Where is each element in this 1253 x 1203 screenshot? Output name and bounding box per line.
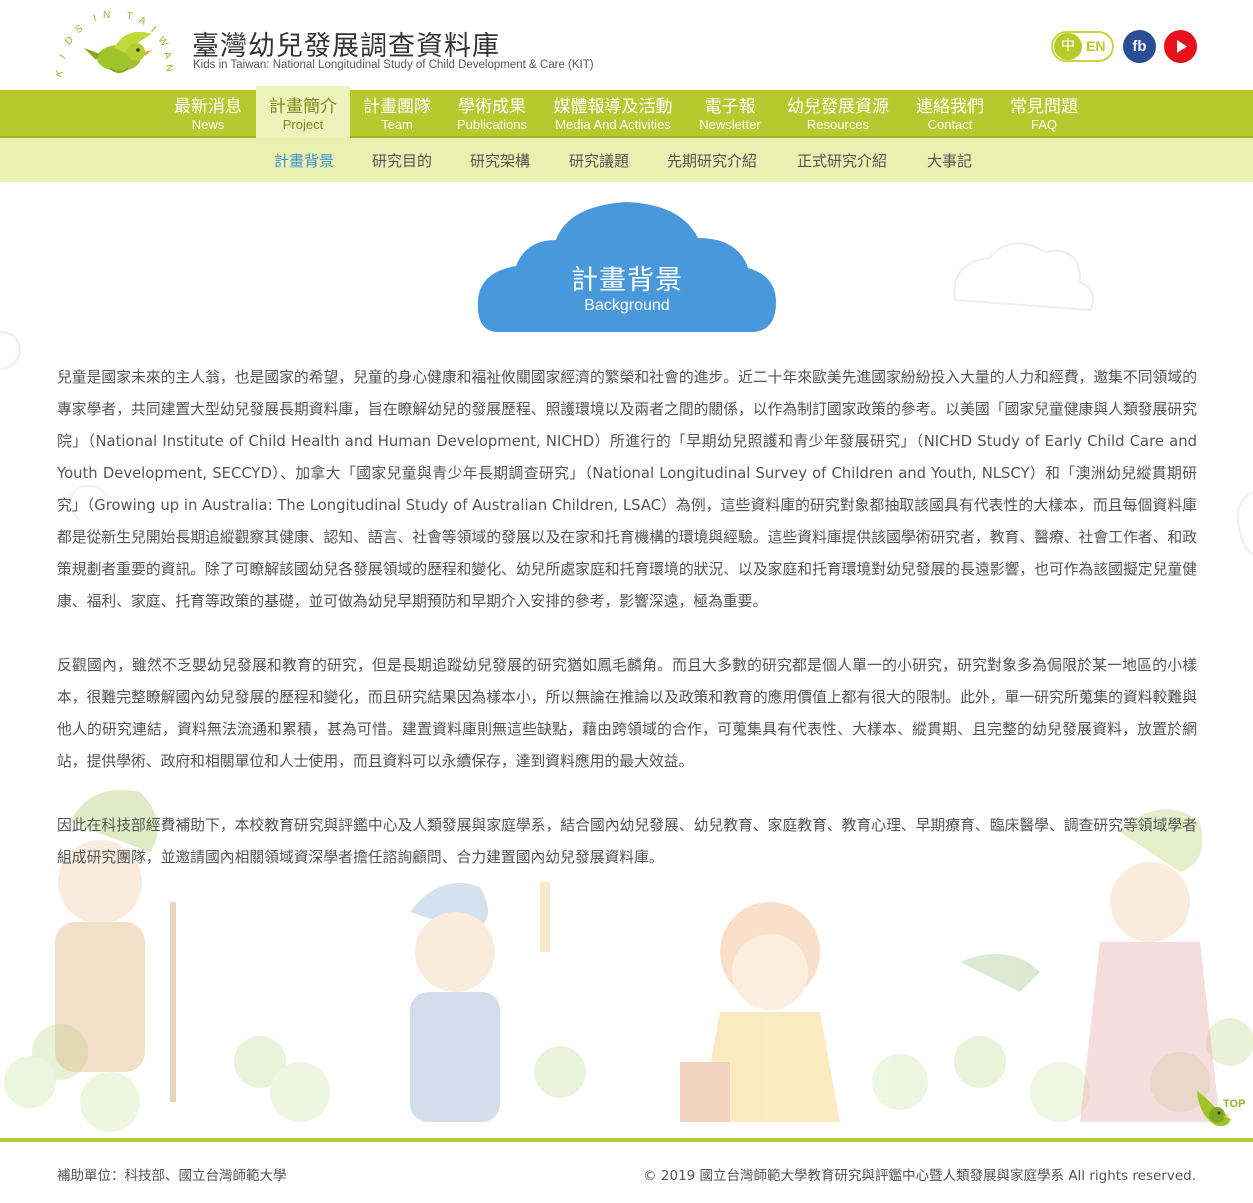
back-to-top-button[interactable]: TOP — [1193, 1085, 1245, 1131]
subnav-pilot-study[interactable]: 先期研究介紹 — [667, 150, 757, 171]
svg-text:S: S — [73, 23, 85, 36]
nav-label-zh: 連絡我們 — [916, 97, 984, 117]
svg-text:D: D — [63, 35, 76, 48]
footer-sponsor: 補助單位：科技部、國立台灣師範大學 — [57, 1168, 287, 1184]
nav-label-en: News — [191, 117, 225, 132]
nav-label-en: Contact — [927, 117, 973, 132]
svg-text:I: I — [149, 25, 158, 35]
article-paragraph: 兒童是國家未來的主人翁，也是國家的希望，兒童的身心健康和福祉攸關國家經濟的繁榮和… — [57, 369, 1197, 610]
nav-label-zh: 常見問題 — [1010, 97, 1078, 117]
svg-text:A: A — [137, 15, 148, 28]
nav-item-media[interactable]: 媒體報導及活動 Media And Activities — [545, 90, 681, 138]
nav-label-zh: 幼兒發展資源 — [787, 97, 889, 117]
site-header: K I D S I N T A I W A N 臺灣幼兒發展調查資料庫 Kids… — [0, 0, 1253, 90]
subnav-milestones[interactable]: 大事記 — [927, 150, 972, 171]
facebook-button[interactable]: fb — [1123, 30, 1156, 63]
nav-item-faq[interactable]: 常見問題 FAQ — [1002, 90, 1086, 138]
svg-text:K: K — [56, 68, 66, 78]
lang-en-button[interactable]: EN — [1086, 33, 1110, 60]
svg-text:A: A — [160, 50, 173, 60]
bird-logo-icon: K I D S I N T A I W A N — [53, 10, 175, 79]
nav-item-team[interactable]: 計畫團隊 Team — [356, 90, 438, 138]
article-paragraph: 反觀國內，雖然不乏嬰幼兒發展和教育的研究，但是長期追蹤幼兒發展的研究猶如鳳毛麟角… — [57, 657, 1197, 770]
page-subtitle: Background — [584, 297, 670, 314]
youtube-button[interactable] — [1164, 30, 1197, 63]
nav-item-project[interactable]: 計畫簡介 Project — [256, 86, 350, 138]
nav-label-zh: 媒體報導及活動 — [553, 97, 673, 117]
subnav-purpose[interactable]: 研究目的 — [372, 150, 432, 171]
nav-item-news[interactable]: 最新消息 News — [166, 90, 250, 138]
nav-item-newsletter[interactable]: 電子報 Newsletter — [692, 90, 768, 138]
main-nav: 最新消息 News 計畫簡介 Project 計畫團隊 Team 學術成果 Pu… — [0, 86, 1253, 138]
youtube-play-icon — [1177, 40, 1187, 53]
nav-label-zh: 電子報 — [704, 97, 756, 117]
site-footer: 補助單位：科技部、國立台灣師範大學 © 2019 國立台灣師範大學教育研究與評鑑… — [0, 1142, 1253, 1203]
svg-text:W: W — [155, 35, 170, 50]
top-label: TOP — [1223, 1098, 1245, 1110]
nav-label-en: Team — [381, 117, 413, 132]
nav-label-en: FAQ — [1030, 117, 1057, 132]
article-body: 兒童是國家未來的主人翁，也是國家的希望，兒童的身心健康和福祉攸關國家經濟的繁榮和… — [57, 362, 1197, 906]
sub-nav: 計畫背景 研究目的 研究架構 研究議題 先期研究介紹 正式研究介紹 大事記 — [0, 138, 1253, 182]
nav-label-zh: 計畫團隊 — [363, 97, 431, 117]
svg-text:N: N — [163, 64, 175, 73]
nav-label-zh: 學術成果 — [458, 97, 526, 117]
subnav-topics[interactable]: 研究議題 — [569, 150, 629, 171]
page-title: 計畫背景 — [571, 265, 683, 296]
nav-label-zh: 最新消息 — [174, 97, 242, 117]
nav-item-resources[interactable]: 幼兒發展資源 Resources — [778, 90, 898, 138]
subnav-framework[interactable]: 研究架構 — [470, 150, 530, 171]
bird-top-icon: TOP — [1197, 1091, 1245, 1127]
nav-label-zh: 計畫簡介 — [269, 97, 337, 117]
svg-text:I: I — [92, 13, 97, 24]
nav-label-en: Newsletter — [699, 117, 761, 132]
site-logo[interactable]: K I D S I N T A I W A N — [53, 8, 180, 80]
site-title: 臺灣幼兒發展調查資料庫 — [192, 31, 500, 62]
subnav-background[interactable]: 計畫背景 — [274, 150, 334, 171]
nav-label-en: Project — [282, 117, 324, 132]
article-paragraph: 因此在科技部經費補助下，本校教育研究與評鑑中心及人類發展與家庭學系，結合國內幼兒… — [57, 817, 1197, 866]
nav-item-contact[interactable]: 連絡我們 Contact — [908, 90, 992, 138]
svg-text:N: N — [103, 10, 110, 21]
nav-item-publications[interactable]: 學術成果 Publications — [448, 90, 536, 138]
subnav-formal-study[interactable]: 正式研究介紹 — [797, 150, 887, 171]
svg-text:I: I — [58, 53, 69, 62]
nav-label-en: Resources — [806, 117, 870, 132]
nav-label-en: Media And Activities — [555, 117, 671, 132]
svg-text:T: T — [126, 11, 134, 23]
footer-copyright: © 2019 國立台灣師範大學教育研究與評鑑中心暨人類發展與家庭學系 All r… — [643, 1168, 1196, 1184]
nav-label-en: Publications — [456, 117, 528, 132]
facebook-icon: fb — [1132, 38, 1147, 55]
lang-zh-button[interactable]: 中 — [1054, 33, 1082, 60]
site-subtitle: Kids in Taiwan: National Longitudinal St… — [193, 59, 594, 71]
